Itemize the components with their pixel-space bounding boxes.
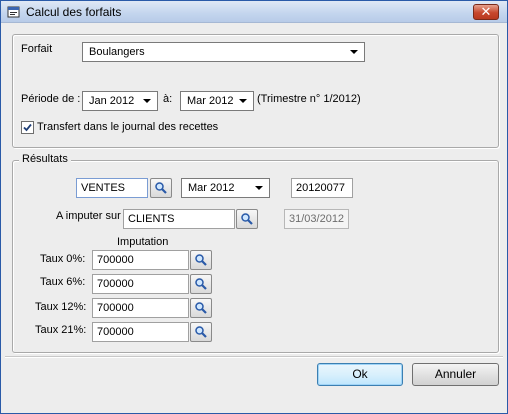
resultats-legend: Résultats (19, 153, 71, 165)
resultats-group: Résultats VENTES Mar 2012 20120077 A imp… (12, 153, 499, 353)
periode-from-select[interactable]: Jan 2012 (82, 91, 158, 111)
search-icon (195, 326, 207, 338)
chevron-down-icon (255, 186, 263, 190)
title-bar[interactable]: Calcul des forfaits ✕ (1, 1, 507, 23)
imputation-header: Imputation (117, 236, 169, 248)
taux-label: Taux 12%: (35, 301, 87, 313)
forfait-group: Forfait Boulangers Période de : Jan 2012… (12, 34, 499, 148)
taux-label: Taux 0%: (40, 253, 86, 265)
date-field: 31/03/2012 (284, 209, 349, 229)
taux-lookup-button[interactable] (190, 322, 212, 342)
taux-input[interactable]: 700000 (92, 274, 189, 294)
close-icon: ✕ (480, 4, 492, 19)
imputer-value: CLIENTS (128, 213, 175, 225)
date-value: 31/03/2012 (289, 213, 345, 225)
ok-button[interactable]: Ok (317, 363, 403, 386)
periode-label: Période de : (21, 93, 81, 105)
periode-from-value: Jan 2012 (89, 95, 135, 107)
search-icon (195, 278, 207, 290)
journal-input[interactable]: VENTES (76, 178, 148, 198)
taux-value: 700000 (97, 326, 134, 338)
chevron-down-icon (239, 99, 247, 103)
month-value: Mar 2012 (188, 182, 235, 194)
footer-separator (5, 356, 503, 358)
search-icon (195, 254, 207, 266)
journal-value: VENTES (81, 182, 126, 194)
piece-number-value: 20120077 (296, 182, 345, 194)
journal-lookup-button[interactable] (150, 178, 172, 198)
taux-input[interactable]: 700000 (92, 298, 189, 318)
forfait-select-value: Boulangers (89, 46, 145, 58)
trimestre-label: (Trimestre n° 1/2012) (257, 93, 361, 105)
periode-to-value: Mar 2012 (187, 95, 234, 107)
search-icon (241, 213, 253, 225)
dialog-window: Calcul des forfaits ✕ Forfait Boulangers… (0, 0, 508, 414)
taux-input[interactable]: 700000 (92, 322, 189, 342)
forfait-label: Forfait (21, 43, 53, 55)
imputer-label: A imputer sur (56, 210, 121, 222)
taux-lookup-button[interactable] (190, 298, 212, 318)
a-label: à: (163, 93, 173, 105)
taux-label: Taux 6%: (40, 276, 86, 288)
transfert-checkbox[interactable] (21, 121, 34, 134)
search-icon (195, 302, 207, 314)
cancel-button[interactable]: Annuler (412, 363, 499, 386)
chevron-down-icon (143, 99, 151, 103)
taux-value: 700000 (97, 302, 134, 314)
transfert-label[interactable]: Transfert dans le journal des recettes (37, 121, 218, 133)
taux-lookup-button[interactable] (190, 250, 212, 270)
periode-to-select[interactable]: Mar 2012 (180, 91, 254, 111)
taux-value: 700000 (97, 278, 134, 290)
window-title: Calcul des forfaits (26, 5, 122, 19)
imputer-input[interactable]: CLIENTS (123, 209, 235, 229)
chevron-down-icon (350, 50, 358, 54)
checkmark-icon (23, 123, 32, 132)
app-icon (7, 5, 21, 19)
forfait-select[interactable]: Boulangers (82, 42, 365, 62)
month-select[interactable]: Mar 2012 (181, 178, 270, 198)
imputer-lookup-button[interactable] (236, 209, 258, 229)
close-button[interactable]: ✕ (473, 4, 499, 20)
piece-number-field[interactable]: 20120077 (291, 178, 353, 198)
taux-value: 700000 (97, 254, 134, 266)
taux-lookup-button[interactable] (190, 274, 212, 294)
taux-input[interactable]: 700000 (92, 250, 189, 270)
taux-label: Taux 21%: (35, 324, 87, 336)
search-icon (155, 182, 167, 194)
